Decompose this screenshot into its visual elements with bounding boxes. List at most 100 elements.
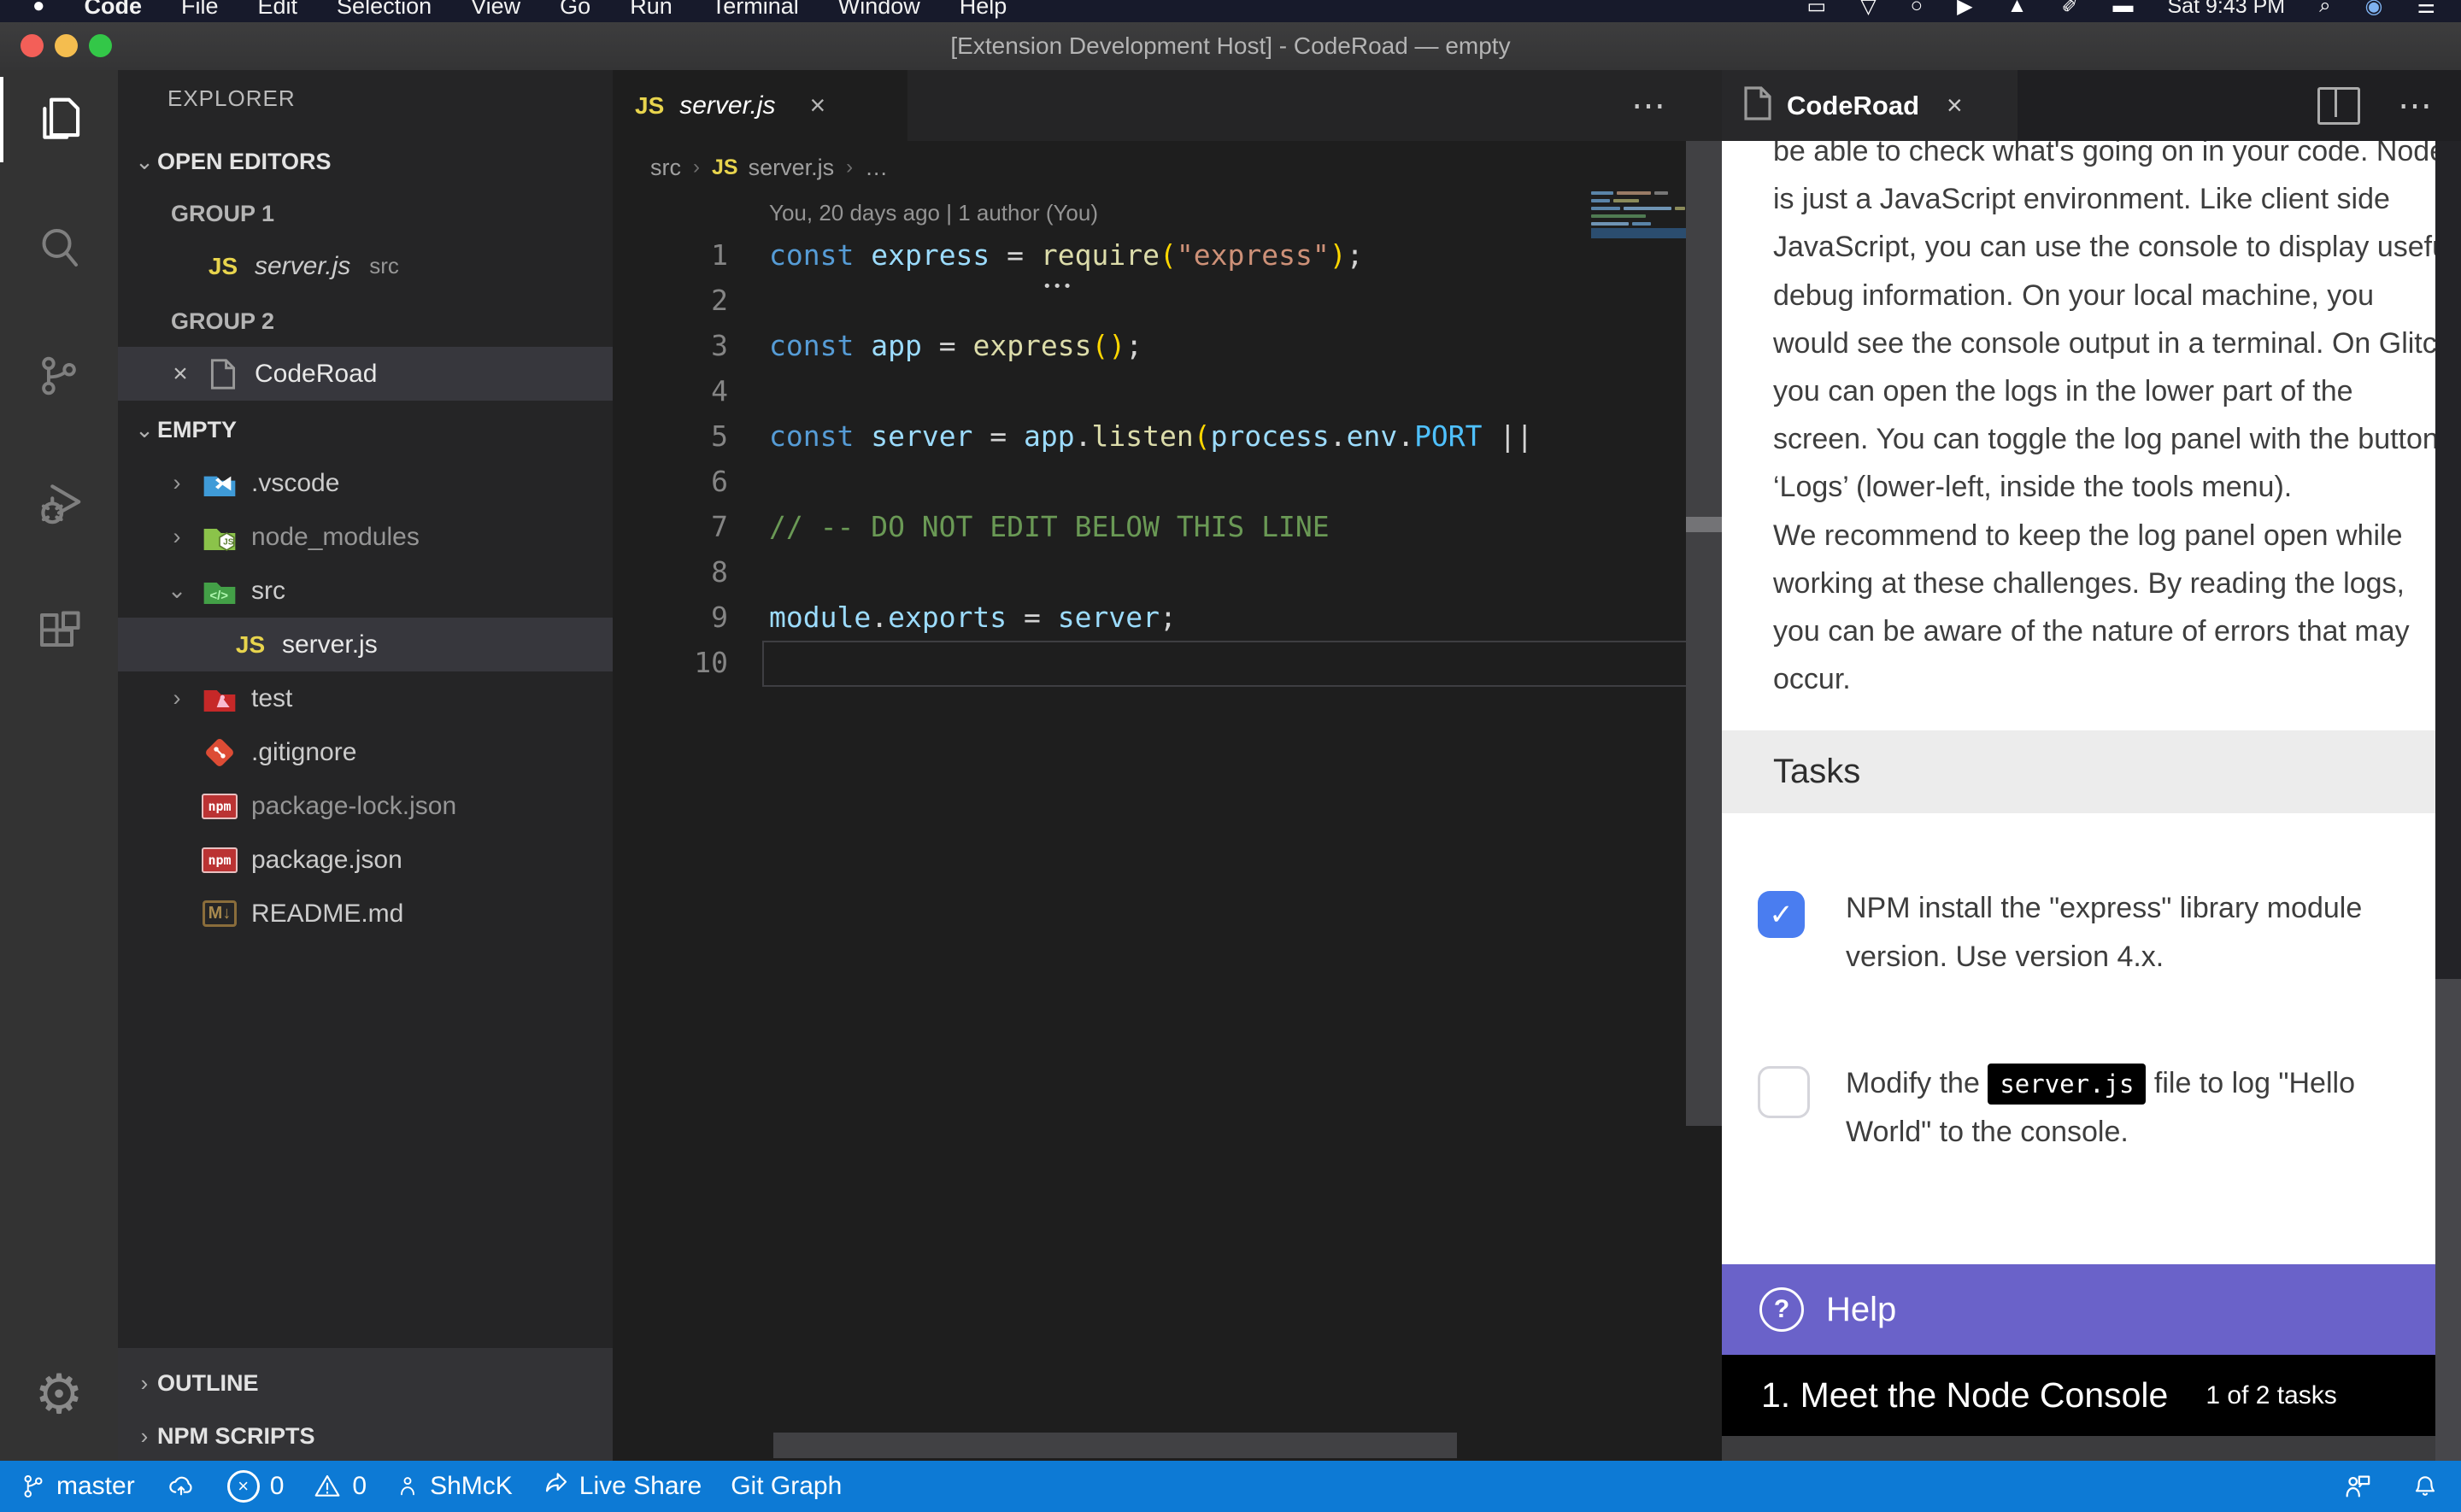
tree-item--gitignore[interactable]: .gitignore [118, 725, 613, 779]
status-0[interactable]: 0 [313, 1472, 367, 1501]
task-text-line: NPM install the "express" library module [1846, 884, 2362, 933]
panel-more-actions-icon[interactable]: ⋯ [2398, 86, 2435, 126]
tree-item-node-modules[interactable]: ›JSnode_modules [118, 510, 613, 564]
eject-icon[interactable]: ▲ [2007, 0, 2028, 18]
code-line-2[interactable]: 2 [613, 278, 1722, 323]
code-line-5[interactable]: 5const server = app.listen(process.env.P… [613, 413, 1722, 459]
breadcrumb-folder[interactable]: src [650, 155, 681, 181]
tree-item--vscode[interactable]: ›.vscode [118, 456, 613, 510]
breadcrumb-symbol[interactable]: … [865, 155, 888, 181]
menu-item-window[interactable]: Window [838, 0, 920, 20]
apple-icon[interactable]: ● [32, 0, 45, 18]
code-line-7[interactable]: 7// -- DO NOT EDIT BELOW THIS LINE [613, 504, 1722, 549]
activity-search[interactable] [0, 205, 118, 290]
activity-source-control[interactable] [0, 333, 118, 419]
activity-extensions[interactable] [0, 589, 118, 675]
activity-settings[interactable]: ⚙ [0, 1351, 118, 1437]
minimap-viewport [1591, 228, 1687, 238]
close-editor-icon[interactable]: × [166, 360, 195, 389]
code-line-6[interactable]: 6 [613, 459, 1722, 504]
tab-server-js[interactable]: JS server.js × [613, 70, 907, 141]
section-outline[interactable]: ›OUTLINE [118, 1357, 613, 1409]
paragraph-line: is just a JavaScript environment. Like c… [1773, 175, 2435, 223]
tab-label: CodeRoad [1787, 91, 1919, 121]
inline-code-chip: server.js [1988, 1064, 2146, 1105]
siri-icon[interactable]: ◉ [2365, 0, 2383, 19]
webview-scrollbar[interactable] [2435, 141, 2461, 1461]
split-editor-icon[interactable] [2317, 87, 2360, 125]
code-editor[interactable]: 1const express = require("express");23co… [613, 232, 1722, 685]
menu-item-run[interactable]: Run [630, 0, 673, 20]
code-line-8[interactable]: 8 [613, 549, 1722, 595]
tree-item-package-lock-json[interactable]: npmpackage-lock.json [118, 779, 613, 833]
section-workspace-empty[interactable]: ⌄EMPTY [118, 403, 613, 456]
scrollbar-handle[interactable] [2435, 979, 2461, 1461]
menu-item-edit[interactable]: Edit [258, 0, 298, 20]
status-git-graph[interactable]: Git Graph [731, 1472, 842, 1501]
tree-item-server-js[interactable]: JSserver.js [118, 618, 613, 671]
activity-run-debug[interactable] [0, 461, 118, 547]
shield-icon[interactable]: ▽ [1860, 0, 1876, 19]
node-file-icon: JS [200, 520, 239, 554]
open-editor-item-coderoad[interactable]: ×CodeRoad [118, 347, 613, 401]
tree-item-package-json[interactable]: npmpackage.json [118, 833, 613, 887]
paragraph-line: you can open the logs in the lower part … [1773, 367, 2435, 415]
menu-item-go[interactable]: Go [560, 0, 590, 20]
menu-item-code[interactable]: Code [85, 0, 143, 20]
code-line-4[interactable]: 4 [613, 368, 1722, 413]
codelens-annotation[interactable]: You, 20 days ago | 1 author (You) [769, 200, 1098, 226]
tree-item-src[interactable]: ⌄</>src [118, 564, 613, 618]
status-live-share[interactable]: Live Share [542, 1472, 702, 1501]
minimap[interactable] [1591, 190, 1687, 249]
menu-item-file[interactable]: File [181, 0, 219, 20]
scrollbar-handle[interactable] [1686, 517, 1722, 532]
play-icon[interactable]: ▶ [1957, 0, 1972, 19]
menu-item-help[interactable]: Help [960, 0, 1007, 20]
section-open-editors[interactable]: ⌄OPEN EDITORS [118, 135, 613, 188]
control-center-icon[interactable]: ☰ [2417, 0, 2435, 19]
battery-icon[interactable]: ▬ [2113, 0, 2134, 18]
task-checkbox-unchecked[interactable] [1758, 1066, 1810, 1118]
menu-item-view[interactable]: View [471, 0, 520, 20]
editor-horizontal-scrollbar[interactable] [773, 1433, 1457, 1458]
code-line-1[interactable]: 1const express = require("express"); [613, 232, 1722, 278]
status-label: master [56, 1472, 135, 1501]
section-npm-scripts[interactable]: ›NPM SCRIPTS [118, 1409, 613, 1461]
chevron-right-icon: › [132, 1423, 157, 1450]
task-checkbox-checked[interactable]: ✓ [1758, 891, 1805, 938]
status-bell-icon[interactable] [2411, 1472, 2439, 1501]
open-editor-item-server.js[interactable]: JSserver.jssrc [118, 239, 613, 293]
menu-item-terminal[interactable]: Terminal [712, 0, 799, 20]
status-shmck[interactable]: ShMcK [396, 1472, 513, 1501]
tree-item-test[interactable]: ›test [118, 671, 613, 725]
tree-item-readme-md[interactable]: M↓README.md [118, 887, 613, 941]
close-tab-icon[interactable]: × [1947, 90, 1963, 121]
tab-coderoad[interactable]: CodeRoad × [1722, 70, 2018, 141]
npm-file-icon: npm [200, 789, 239, 823]
activity-bar: ⚙ [0, 70, 118, 1461]
editor-more-actions-icon[interactable]: ⋯ [1631, 70, 1669, 141]
code-line-9[interactable]: 9module.exports = server; [613, 595, 1722, 640]
menu-item-selection[interactable]: Selection [337, 0, 432, 20]
editor-vertical-scrollbar[interactable] [1686, 141, 1722, 1126]
status-feedback-icon[interactable] [2341, 1472, 2372, 1501]
code-line-3[interactable]: 3const app = express(); [613, 323, 1722, 368]
status-master[interactable]: master [21, 1472, 135, 1501]
paragraph-line: screen. You can toggle the log panel wit… [1773, 415, 2435, 463]
vscode-window: ● Code File Edit Selection View Go Run Terminal W… [0, 0, 2461, 1512]
display-icon[interactable]: ▭ [1807, 0, 1827, 19]
workbench: ⚙ EXPLORER ⌄OPEN EDITORSGROUP 1JSserver.… [0, 70, 2461, 1461]
breadcrumb-file[interactable]: server.js [749, 155, 835, 181]
chevron-right-icon: › [693, 155, 700, 179]
status-0[interactable]: ×0 [227, 1470, 285, 1503]
status-label: 0 [352, 1472, 367, 1501]
activity-explorer[interactable] [0, 77, 121, 162]
search-icon[interactable]: ⌕ [2319, 0, 2330, 18]
status-cloud-upload-icon[interactable] [164, 1473, 198, 1500]
pencil-icon[interactable]: ✐ [2061, 0, 2078, 19]
coderoad-webview: be able to check what's going on in your… [1722, 141, 2435, 1461]
record-icon[interactable]: ○ [1911, 0, 1924, 18]
close-tab-icon[interactable]: × [810, 90, 826, 121]
code-line-10[interactable]: 10 [613, 640, 1722, 685]
help-section-header[interactable]: ? Help [1722, 1264, 2435, 1355]
